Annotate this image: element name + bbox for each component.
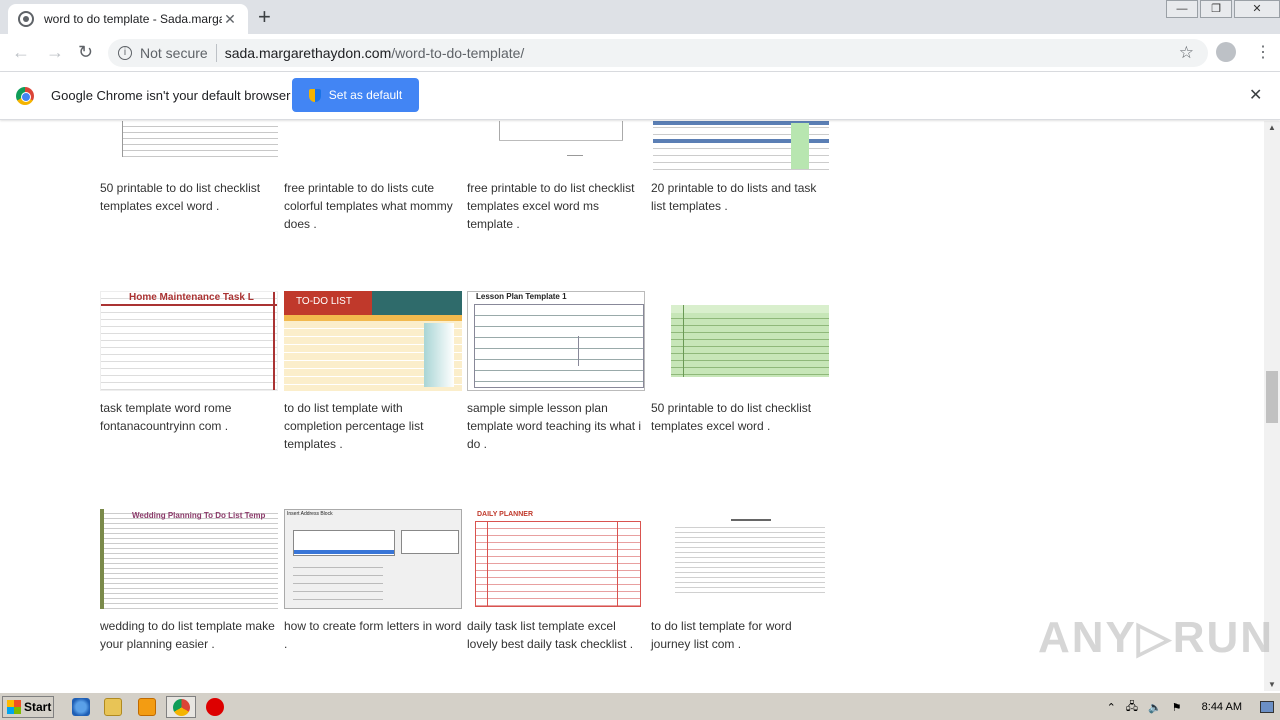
- gallery-card[interactable]: Home Maintenance Task L task template wo…: [100, 291, 278, 435]
- gallery-caption[interactable]: free printable to do list checklist temp…: [467, 179, 645, 233]
- thumbnail-heading: Insert Address Block: [287, 511, 333, 517]
- gallery-thumbnail[interactable]: [100, 121, 278, 171]
- gallery-thumbnail[interactable]: [284, 121, 462, 171]
- gallery-thumbnail[interactable]: [651, 121, 829, 171]
- browser-titlebar: word to do template - Sada.margare ✕ + —…: [0, 0, 1280, 34]
- tab-close-icon[interactable]: ✕: [222, 11, 238, 28]
- bookmark-star-icon[interactable]: ☆: [1179, 43, 1194, 63]
- scroll-up-icon[interactable]: ▲: [1268, 123, 1276, 132]
- page-scrollbar[interactable]: ▲ ▼: [1264, 121, 1280, 691]
- system-tray: ⌃ 🖧 🔈 ⚑ 8:44 AM: [1107, 696, 1280, 718]
- gallery-card[interactable]: free printable to do lists cute colorful…: [284, 121, 462, 233]
- minimize-button[interactable]: —: [1166, 0, 1198, 18]
- forward-button[interactable]: →: [46, 42, 64, 63]
- thumbnail-heading: Lesson Plan Template 1: [476, 292, 567, 301]
- volume-icon[interactable]: 🔈: [1148, 701, 1162, 714]
- gallery-card[interactable]: Lesson Plan Template 1 sample simple les…: [467, 291, 645, 453]
- gallery-caption[interactable]: 50 printable to do list checklist templa…: [651, 399, 829, 435]
- media-player-icon[interactable]: [138, 698, 156, 716]
- window-close-button[interactable]: ✕: [1234, 0, 1280, 18]
- set-as-default-label: Set as default: [328, 88, 403, 102]
- gallery-caption[interactable]: wedding to do list template make your pl…: [100, 617, 278, 653]
- file-explorer-icon[interactable]: [104, 698, 122, 716]
- gallery-caption[interactable]: sample simple lesson plan template word …: [467, 399, 645, 453]
- gallery-card[interactable]: 50 printable to do list checklist templa…: [100, 121, 278, 215]
- gallery-caption[interactable]: how to create form letters in word .: [284, 617, 462, 653]
- gallery-card[interactable]: DAILY PLANNER daily task list template e…: [467, 509, 645, 653]
- alert-app-icon[interactable]: [206, 698, 224, 716]
- gallery-card[interactable]: TO-DO LIST to do list template with comp…: [284, 291, 462, 453]
- url-host: sada.margarethaydon.com: [224, 45, 392, 61]
- thumbnail-heading: Wedding Planning To Do List Temp: [132, 511, 266, 520]
- chrome-taskbar-button[interactable]: [166, 696, 196, 718]
- gallery-caption[interactable]: daily task list template excel lovely be…: [467, 617, 645, 653]
- url-path: /word-to-do-template/: [391, 45, 525, 61]
- infobar-close-icon[interactable]: ✕: [1249, 85, 1262, 105]
- page-viewport: 50 printable to do list checklist templa…: [0, 121, 1264, 691]
- chrome-icon: [173, 699, 190, 716]
- uac-shield-icon: [308, 88, 321, 102]
- anyrun-watermark: ANY▷RUN: [1038, 613, 1275, 662]
- security-status: Not secure: [140, 45, 208, 61]
- site-info-icon[interactable]: i: [118, 46, 132, 60]
- scroll-down-icon[interactable]: ▼: [1268, 680, 1276, 689]
- internet-explorer-icon[interactable]: [72, 698, 90, 716]
- gallery-card[interactable]: free printable to do list checklist temp…: [467, 121, 645, 233]
- windows-logo-icon: [7, 700, 21, 714]
- gallery-caption[interactable]: task template word rome fontanacountryin…: [100, 399, 278, 435]
- gallery-card[interactable]: to do list template for word journey lis…: [651, 509, 829, 653]
- new-tab-button[interactable]: +: [258, 6, 271, 28]
- browser-toolbar: ← → ↻ i Not secure sada.margarethaydon.c…: [0, 34, 1280, 72]
- window-controls: — ❐ ✕: [1164, 0, 1280, 20]
- restore-button[interactable]: ❐: [1200, 0, 1232, 18]
- gallery-thumbnail[interactable]: [467, 121, 645, 171]
- gallery-card[interactable]: 50 printable to do list checklist templa…: [651, 291, 829, 435]
- gallery-thumbnail[interactable]: Lesson Plan Template 1: [467, 291, 645, 391]
- gallery-card[interactable]: 20 printable to do lists and task list t…: [651, 121, 829, 215]
- thumbnail-heading: Home Maintenance Task L: [129, 292, 254, 303]
- show-desktop-icon[interactable]: [1260, 701, 1274, 713]
- chrome-logo-icon: [16, 87, 34, 105]
- address-separator: [215, 44, 217, 62]
- chrome-menu-icon[interactable]: ⋮: [1255, 42, 1271, 62]
- network-icon[interactable]: 🖧: [1126, 698, 1138, 717]
- profile-avatar[interactable]: [1216, 42, 1236, 62]
- gallery-caption[interactable]: to do list template for word journey lis…: [651, 617, 829, 653]
- tab-title: word to do template - Sada.margare: [44, 12, 222, 26]
- gallery-thumbnail[interactable]: TO-DO LIST: [284, 291, 462, 391]
- gallery-caption[interactable]: free printable to do lists cute colorful…: [284, 179, 462, 233]
- back-button[interactable]: ←: [12, 42, 30, 63]
- clock[interactable]: 8:44 AM: [1202, 701, 1242, 713]
- start-label: Start: [24, 700, 52, 714]
- gallery-caption[interactable]: to do list template with completion perc…: [284, 399, 462, 453]
- windows-taskbar: Start ⌃ 🖧 🔈 ⚑ 8:44 AM: [0, 692, 1280, 720]
- page-favicon-icon: [18, 11, 34, 27]
- gallery-caption[interactable]: 50 printable to do list checklist templa…: [100, 179, 278, 215]
- gallery-thumbnail[interactable]: Insert Address Block: [284, 509, 462, 609]
- default-browser-infobar: Google Chrome isn't your default browser…: [0, 72, 1280, 120]
- gallery-card[interactable]: Wedding Planning To Do List Temp wedding…: [100, 509, 278, 653]
- gallery-caption[interactable]: 20 printable to do lists and task list t…: [651, 179, 829, 215]
- thumbnail-heading: TO-DO LIST: [296, 296, 352, 307]
- address-bar[interactable]: i Not secure sada.margarethaydon.com /wo…: [108, 39, 1208, 67]
- start-button[interactable]: Start: [2, 696, 54, 718]
- infobar-message: Google Chrome isn't your default browser: [51, 88, 291, 103]
- thumbnail-heading: DAILY PLANNER: [477, 511, 534, 518]
- gallery-thumbnail[interactable]: DAILY PLANNER: [467, 509, 645, 609]
- action-center-icon[interactable]: ⚑: [1172, 701, 1182, 714]
- set-as-default-button[interactable]: Set as default: [292, 78, 419, 112]
- browser-tab[interactable]: word to do template - Sada.margare ✕: [8, 4, 248, 34]
- gallery-thumbnail[interactable]: Home Maintenance Task L: [100, 291, 278, 391]
- reload-button[interactable]: ↻: [78, 42, 93, 63]
- gallery-card[interactable]: Insert Address Block how to create form …: [284, 509, 462, 653]
- gallery-thumbnail[interactable]: [651, 509, 829, 609]
- tray-expand-icon[interactable]: ⌃: [1107, 701, 1116, 714]
- scrollbar-thumb[interactable]: [1266, 371, 1278, 423]
- gallery-thumbnail[interactable]: [651, 291, 829, 391]
- gallery-thumbnail[interactable]: Wedding Planning To Do List Temp: [100, 509, 278, 609]
